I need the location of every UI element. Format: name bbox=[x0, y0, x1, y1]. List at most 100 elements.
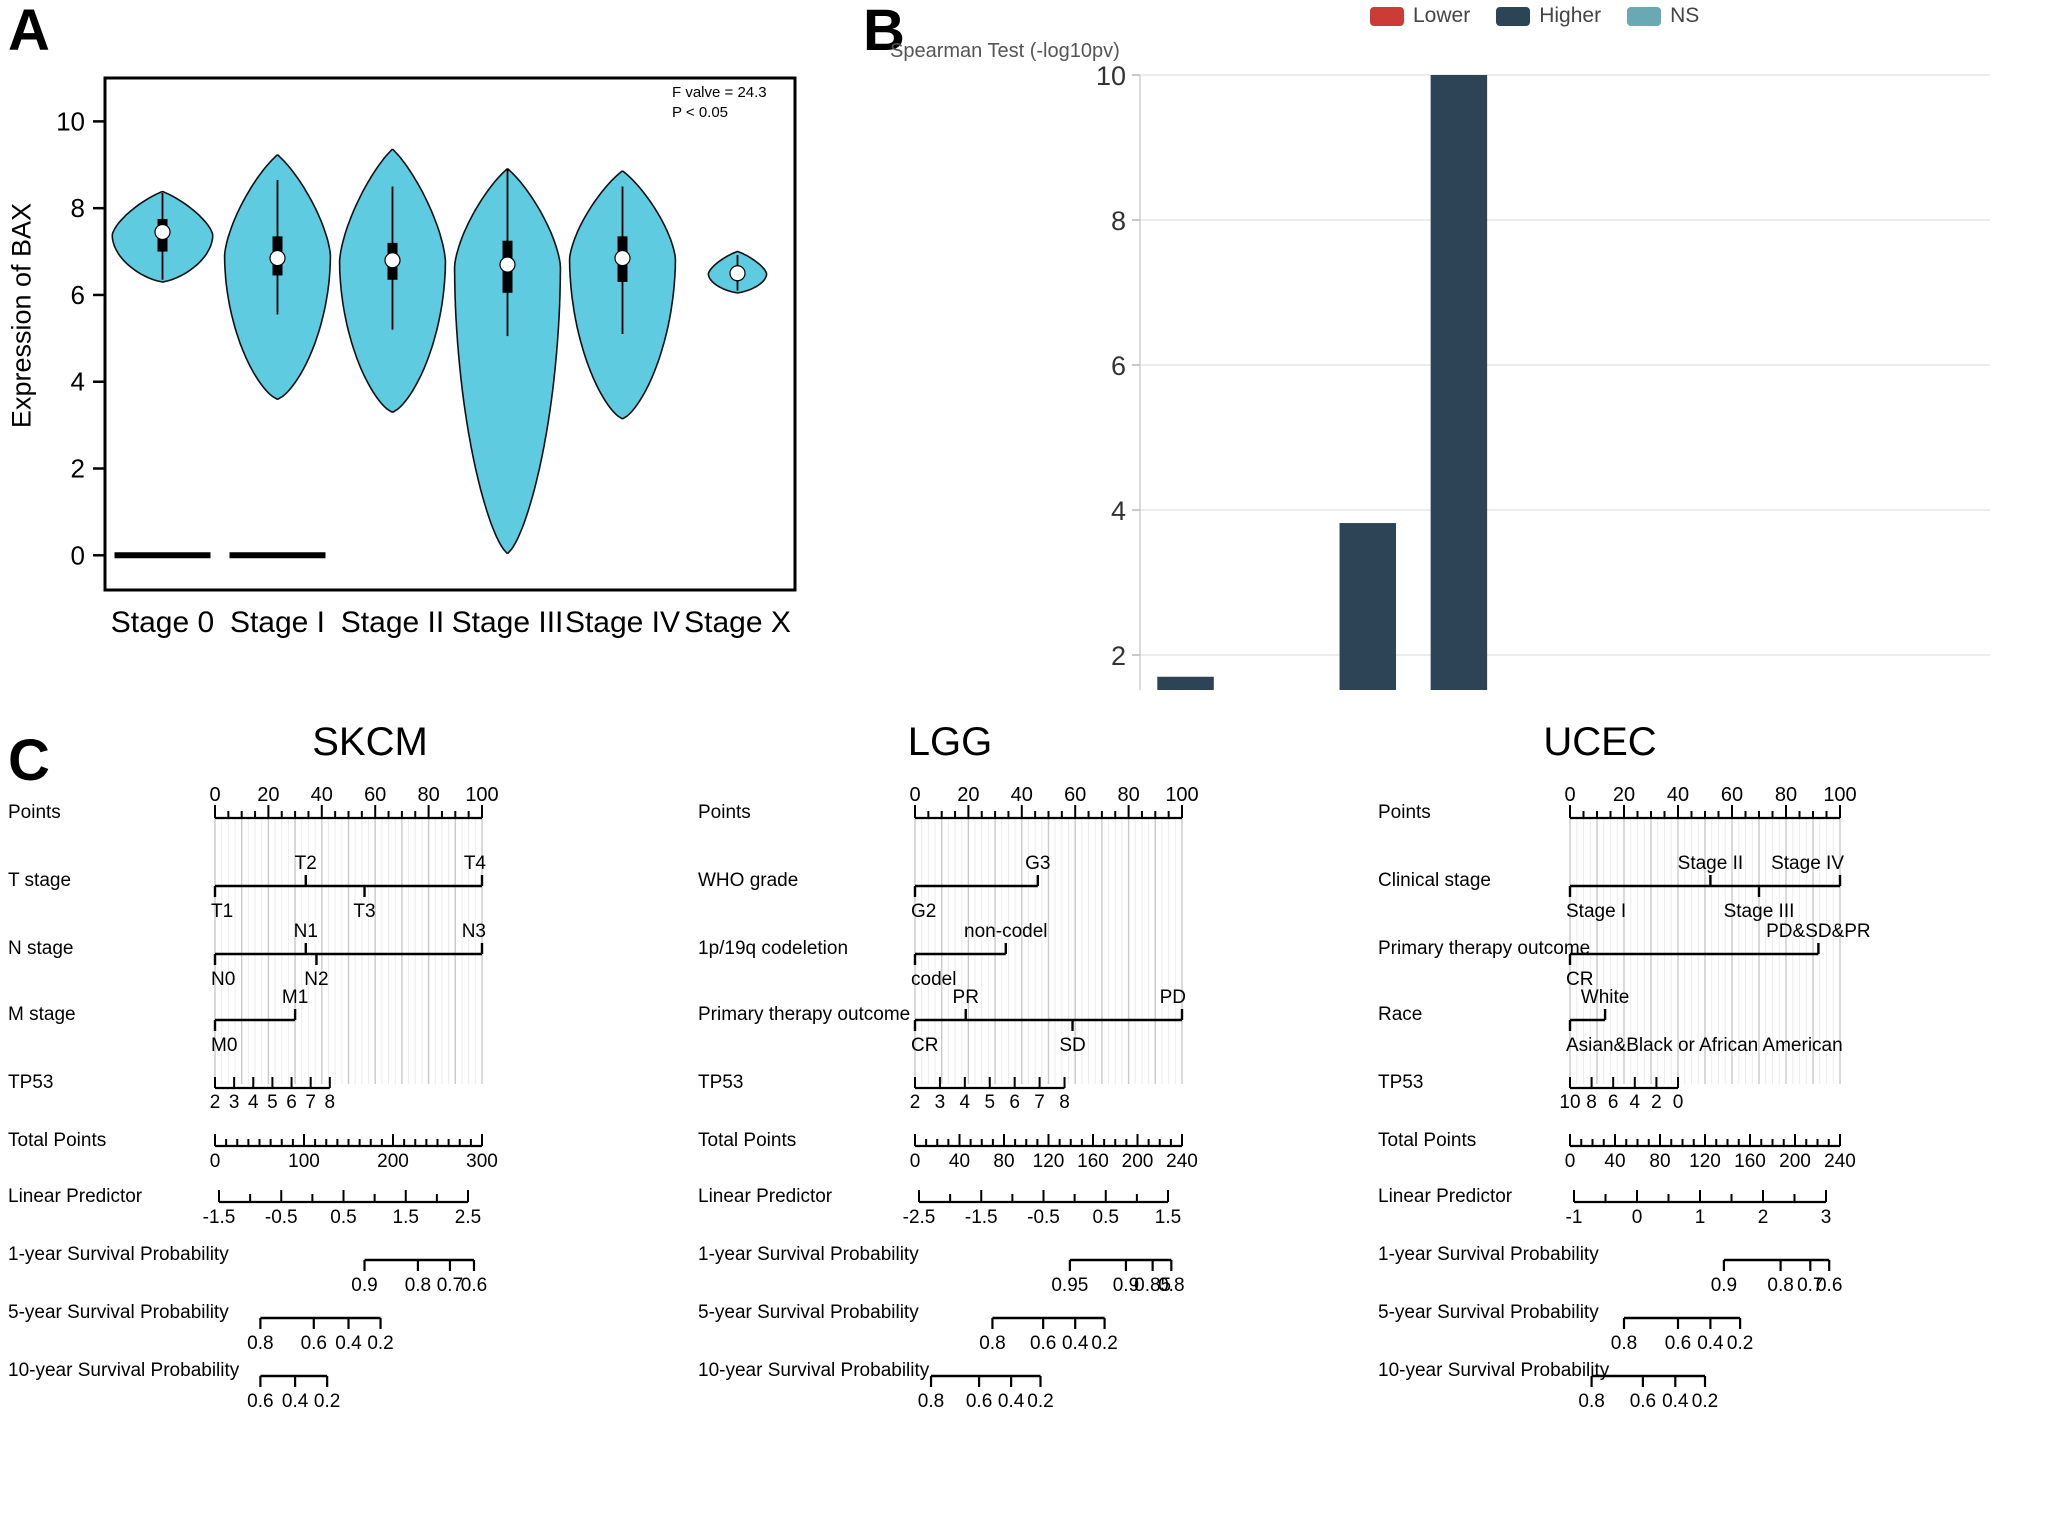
row-label-points: Points bbox=[698, 802, 751, 823]
bar-kirc[interactable] bbox=[1339, 523, 1397, 800]
legend-item-ns[interactable]: NS bbox=[1627, 4, 1699, 28]
bar-y-tick-label: 2 bbox=[1111, 641, 1126, 671]
points-tick-label: 20 bbox=[957, 784, 979, 806]
row-label-total-points: Total Points bbox=[698, 1130, 796, 1151]
survival-tick-label: 0.6 bbox=[1030, 1333, 1056, 1354]
linear-predictor-axis: -1.5 -0.5 0.5 1.5 2.5 bbox=[203, 1190, 481, 1228]
tp53-tick-label: 3 bbox=[935, 1092, 946, 1113]
points-tick-label: 100 bbox=[1165, 784, 1198, 806]
tp53-tick-label: 0 bbox=[1673, 1092, 1684, 1113]
survival-tick-label: 0.6 bbox=[247, 1391, 273, 1412]
points-axis: 0 20 40 60 80 100 bbox=[1564, 784, 1857, 820]
row-label-points: Points bbox=[8, 802, 61, 823]
x-axis-labels-group: Stage 0 Stage I Stage II Stage III Stage IV S… bbox=[111, 606, 791, 639]
survival-axis-1: 0.9 0.8 0.70.6 bbox=[351, 1258, 487, 1296]
survival-axis-3: 0.8 0.6 0.4 0.2 bbox=[1578, 1374, 1718, 1412]
x-axis-label-stage-iv: Stage IV bbox=[565, 606, 680, 639]
bar-cesc[interactable] bbox=[1157, 676, 1214, 800]
linear-predictor-label: 3 bbox=[1821, 1207, 1832, 1228]
predictor-who-grade: G2 G3 bbox=[911, 853, 1050, 922]
y-axis-group: 0 2 4 6 8 10 bbox=[56, 106, 105, 570]
row-label-10-year-survival-probability: 10-year Survival Probability bbox=[1378, 1360, 1610, 1381]
points-tick-label: 0 bbox=[909, 784, 920, 806]
x-axis-label-stage-0: Stage 0 bbox=[111, 606, 214, 639]
tp53-tick-label: 4 bbox=[248, 1092, 259, 1113]
survival-tick-label: 0.4 bbox=[335, 1333, 362, 1354]
median-marker bbox=[384, 252, 401, 269]
row-label-primary-therapy-outcome: Primary therapy outcome bbox=[1378, 938, 1590, 959]
tp53-tick-label: 2 bbox=[1651, 1092, 1662, 1113]
survival-tick-label: 0.4 bbox=[1062, 1333, 1089, 1354]
nomogram-lgg: Points WHO grade 1p/19q codeletion Primary … bbox=[698, 784, 1199, 1412]
legend-label-lower: Lower bbox=[1413, 4, 1471, 27]
survival-tick-label: 0.2 bbox=[314, 1391, 340, 1412]
level-label: N3 bbox=[462, 921, 486, 942]
survival-tick-label: 0.9 bbox=[1711, 1275, 1737, 1296]
total-points-axis: 0 100 200 300 bbox=[210, 1134, 498, 1172]
nomogram-title-skcm: SKCM bbox=[312, 720, 428, 764]
level-label: N0 bbox=[211, 969, 235, 990]
total-points-label: 200 bbox=[377, 1151, 409, 1172]
legend-label-ns: NS bbox=[1670, 4, 1700, 27]
level-label: codel bbox=[911, 969, 956, 990]
level-label: T2 bbox=[295, 853, 317, 874]
linear-predictor-label: 1.5 bbox=[393, 1207, 419, 1228]
total-points-label: 240 bbox=[1166, 1151, 1198, 1172]
survival-tick-label: 0.6 bbox=[461, 1275, 487, 1296]
row-label-who-grade: WHO grade bbox=[698, 870, 798, 891]
x-axis-label-stage-i: Stage I bbox=[230, 606, 325, 639]
points-tick-label: 40 bbox=[1667, 784, 1689, 806]
total-points-label: 200 bbox=[1779, 1151, 1811, 1172]
level-label: White bbox=[1581, 987, 1630, 1008]
row-label-points: Points bbox=[1378, 802, 1431, 823]
row-label-clinical-stage: Clinical stage bbox=[1378, 870, 1491, 891]
y-tick-label: 8 bbox=[71, 193, 85, 223]
survival-tick-label: 0.8 bbox=[1158, 1275, 1184, 1296]
points-tick-label: 100 bbox=[1823, 784, 1856, 806]
level-label: PR bbox=[953, 987, 979, 1008]
legend-item-higher[interactable]: Higher bbox=[1496, 4, 1601, 28]
row-label-tp53: TP53 bbox=[698, 1072, 743, 1093]
panel-b-chart-title: Spearman Test (-log10pv) bbox=[890, 40, 1120, 62]
legend-label-higher: Higher bbox=[1539, 4, 1602, 27]
bar-y-tick-label: 8 bbox=[1111, 206, 1126, 236]
survival-tick-label: 0.95 bbox=[1051, 1275, 1088, 1296]
nomogram-title-ucec: UCEC bbox=[1543, 720, 1657, 764]
y-tick-label: 0 bbox=[71, 540, 85, 570]
row-label-t-stage: T stage bbox=[8, 870, 71, 891]
bar-y-tick-label: 4 bbox=[1111, 496, 1126, 526]
y-tick-label: 4 bbox=[71, 367, 85, 397]
plot-frame bbox=[103, 76, 797, 592]
total-points-label: 200 bbox=[1122, 1151, 1154, 1172]
survival-tick-label: 0.8 bbox=[405, 1275, 431, 1296]
bar-lgg[interactable] bbox=[1430, 75, 1488, 800]
points-tick-label: 0 bbox=[209, 784, 220, 806]
total-points-label: 0 bbox=[210, 1151, 221, 1172]
x-axis-label-stage-x: Stage X bbox=[684, 606, 791, 639]
median-marker bbox=[729, 265, 746, 282]
total-points-label: 0 bbox=[910, 1151, 921, 1172]
panel-b-bar-chart: B Lower Higher NS Spearman Test (-log10p… bbox=[863, 0, 2050, 876]
level-label: CR bbox=[911, 1035, 938, 1056]
median-marker bbox=[154, 223, 171, 241]
survival-axis-2: 0.8 0.6 0.4 0.2 bbox=[1611, 1316, 1753, 1354]
panel-a-violin-plot: A Expression of BAX 0 2 4 6 8 10 Stage 0 Stage… bbox=[0, 0, 1020, 690]
total-points-label: 120 bbox=[1689, 1151, 1721, 1172]
level-label: T3 bbox=[353, 901, 375, 922]
legend-swatch-lower bbox=[1370, 6, 1404, 26]
survival-tick-label: 0.4 bbox=[1697, 1333, 1724, 1354]
survival-tick-label: 0.4 bbox=[1662, 1391, 1689, 1412]
tp53-tick-label: 5 bbox=[984, 1092, 995, 1113]
survival-axis-2: 0.8 0.6 0.4 0.2 bbox=[247, 1316, 394, 1354]
points-tick-label: 60 bbox=[1721, 784, 1743, 806]
tp53-tick-label: 6 bbox=[1009, 1092, 1020, 1113]
points-tick-label: 100 bbox=[465, 784, 498, 806]
row-label-primary-therapy-outcome: Primary therapy outcome bbox=[698, 1004, 910, 1025]
survival-tick-label: 0.6 bbox=[966, 1391, 992, 1412]
survival-axis-1: 0.9 0.8 0.70.6 bbox=[1711, 1258, 1842, 1296]
level-label: non-codel bbox=[964, 921, 1047, 942]
points-axis: 0 20 40 60 80 100 bbox=[209, 784, 499, 820]
violin-chart-svg: 0246810 Stage 0 Stage I Stage II Stage III S… bbox=[56, 76, 797, 639]
total-points-label: 300 bbox=[466, 1151, 498, 1172]
legend-item-lower[interactable]: Lower bbox=[1370, 4, 1470, 28]
